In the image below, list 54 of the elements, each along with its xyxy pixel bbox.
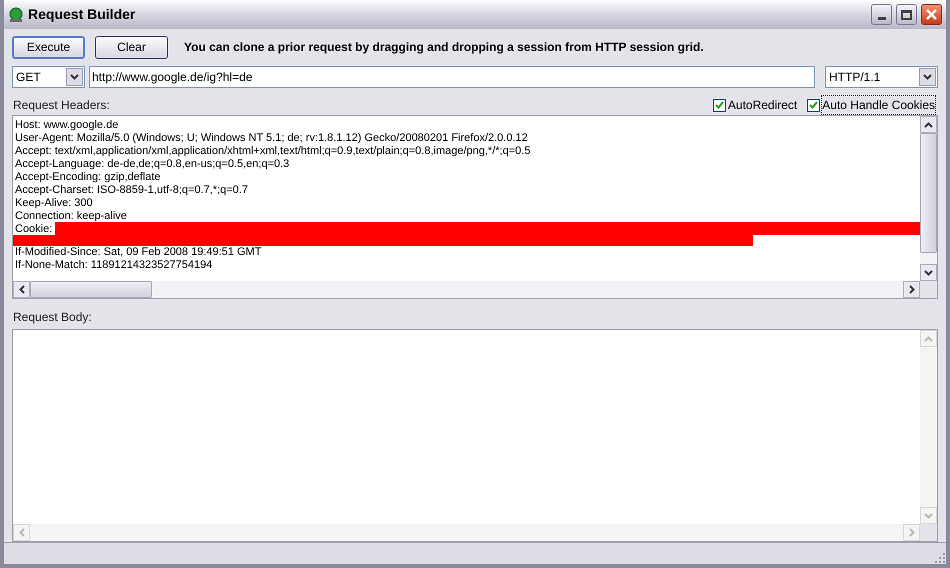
chevron-down-icon bbox=[923, 74, 932, 80]
chevron-down-icon bbox=[924, 512, 933, 519]
header-line: Connection: keep-alive bbox=[15, 210, 127, 223]
scroll-arrow-button[interactable] bbox=[920, 264, 937, 282]
horizontal-scrollbar[interactable] bbox=[13, 281, 920, 298]
header-line: If-Modified-Since: Sat, 09 Feb 2008 19:49:51 GMT bbox=[15, 246, 262, 260]
chevron-right-icon bbox=[908, 285, 914, 294]
close-button[interactable] bbox=[921, 4, 942, 26]
header-line: Accept: text/xml,application/xml,application/xhtml+xml,text/html;q=0.9,text/plain;q=0.8,image/png,*/*;q=0.5 bbox=[15, 145, 530, 158]
scroll-arrow-button[interactable] bbox=[919, 68, 936, 86]
action-button[interactable]: Clear bbox=[95, 36, 168, 59]
header-line: Cookie: bbox=[15, 222, 52, 236]
close-icon bbox=[925, 8, 938, 22]
headers-text-area[interactable] bbox=[12, 115, 938, 300]
chevron-left-icon bbox=[18, 528, 24, 538]
header-line: Host: www.google.de bbox=[15, 119, 118, 132]
checkbox[interactable] bbox=[807, 98, 820, 112]
chevron-down-icon bbox=[924, 270, 933, 276]
chevron-right-icon bbox=[908, 528, 914, 538]
header-line: Accept-Encoding: gzip,deflate bbox=[15, 170, 161, 184]
section-label: Request Body: bbox=[12, 309, 93, 326]
scroll-arrow-button[interactable] bbox=[66, 68, 83, 86]
chevron-left-icon bbox=[18, 285, 24, 294]
method-dropdown[interactable]: GET bbox=[12, 66, 85, 88]
chevron-up-icon bbox=[924, 122, 933, 128]
globe-icon bbox=[8, 6, 24, 23]
minimize-button[interactable] bbox=[871, 4, 892, 26]
version-dropdown[interactable]: HTTP/1.1 bbox=[825, 66, 938, 88]
hint-text: You can clone a prior request by dragging and dropping a session from HTTP session grid. bbox=[183, 39, 704, 56]
resize-grip-icon[interactable] bbox=[934, 552, 946, 564]
checkbox[interactable] bbox=[712, 98, 726, 112]
scroll-thumb[interactable] bbox=[920, 133, 937, 254]
check-icon bbox=[714, 101, 724, 110]
header-line: Accept-Language: de-de,de;q=0.8,en-us;q=0.5,en;q=0.3 bbox=[15, 158, 290, 171]
chevron-down-icon bbox=[70, 74, 79, 80]
action-button[interactable]: Execute bbox=[12, 36, 85, 59]
vertical-scrollbar[interactable] bbox=[920, 116, 937, 282]
header-line: Accept-Charset: ISO-8859-1,utf-8;q=0.7,*;q=0.7 bbox=[15, 184, 248, 197]
scrollbar-corner bbox=[920, 281, 937, 298]
check-icon bbox=[809, 101, 818, 110]
scroll-arrow-button[interactable] bbox=[920, 116, 937, 134]
header-line: User-Agent: Mozilla/5.0 (Windows; U; Windows NT 5.1; de; rv:1.8.1.12) Gecko/20080201 Firefox/2.0.0.12 bbox=[15, 132, 528, 146]
checkbox-label: Auto Handle Cookies bbox=[822, 96, 935, 114]
url-field[interactable]: http://www.google.de/ig?hl=de bbox=[89, 66, 815, 88]
maximize-button[interactable] bbox=[896, 4, 917, 26]
scroll-arrow-button[interactable] bbox=[903, 281, 920, 298]
scroll-thumb[interactable] bbox=[30, 281, 152, 298]
header-line: Keep-Alive: 300 bbox=[15, 196, 93, 210]
chevron-up-icon bbox=[924, 336, 933, 342]
section-label: Request Headers: bbox=[12, 97, 111, 114]
header-line: If-None-Match: 11891214323527754194 bbox=[15, 259, 212, 272]
scroll-arrow-button[interactable] bbox=[13, 281, 30, 298]
checkbox-label: AutoRedirect bbox=[728, 97, 798, 114]
window-title: Request Builder bbox=[28, 5, 136, 24]
